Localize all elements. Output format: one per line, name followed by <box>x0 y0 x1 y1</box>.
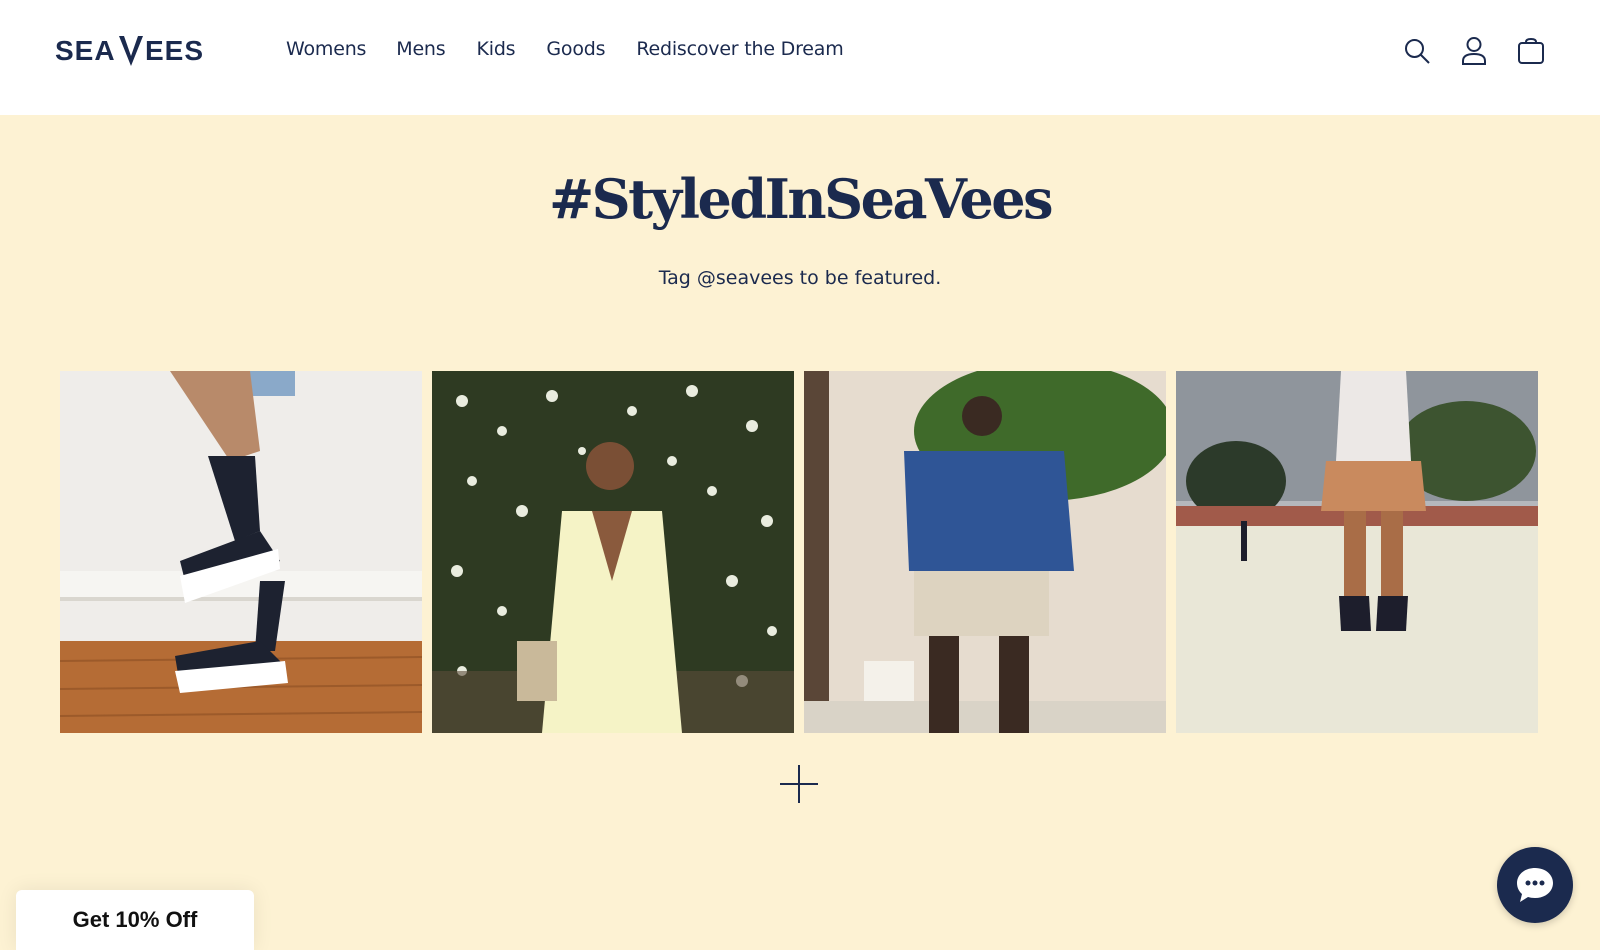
site-header: SEA EES Womens Mens Kids Goods Rediscove… <box>0 0 1600 115</box>
gallery-photo-3[interactable] <box>804 371 1166 733</box>
brand-logo[interactable]: SEA EES <box>55 32 235 70</box>
search-icon[interactable] <box>1403 34 1431 68</box>
cart-icon[interactable] <box>1517 34 1545 68</box>
header-actions <box>1403 34 1545 68</box>
chat-bubble-icon <box>1517 868 1553 902</box>
nav-goods[interactable]: Goods <box>546 38 605 60</box>
nav-womens[interactable]: Womens <box>286 38 366 60</box>
photo-gallery <box>60 371 1538 733</box>
gallery-photo-2[interactable] <box>432 371 794 733</box>
ugc-section: #StyledInSeaVees Tag @seavees to be feat… <box>0 115 1600 950</box>
nav-kids[interactable]: Kids <box>476 38 515 60</box>
gallery-photo-1[interactable] <box>60 371 422 733</box>
promo-label: Get 10% Off <box>72 907 198 932</box>
svg-text:SEA: SEA <box>55 35 116 66</box>
section-title: #StyledInSeaVees <box>548 167 1054 231</box>
plus-icon[interactable] <box>778 763 820 805</box>
gallery-photo-4[interactable] <box>1176 371 1538 733</box>
nav-mens[interactable]: Mens <box>396 38 445 60</box>
nav-rediscover[interactable]: Rediscover the Dream <box>636 38 843 60</box>
section-subtitle: Tag @seavees to be featured. <box>658 267 942 289</box>
chat-launcher-button[interactable] <box>1497 847 1573 923</box>
svg-text:EES: EES <box>145 35 204 66</box>
discount-promo-button[interactable]: Get 10% Off <box>16 890 254 950</box>
account-icon[interactable] <box>1460 34 1488 68</box>
main-nav: Womens Mens Kids Goods Rediscover the Dr… <box>286 38 875 60</box>
